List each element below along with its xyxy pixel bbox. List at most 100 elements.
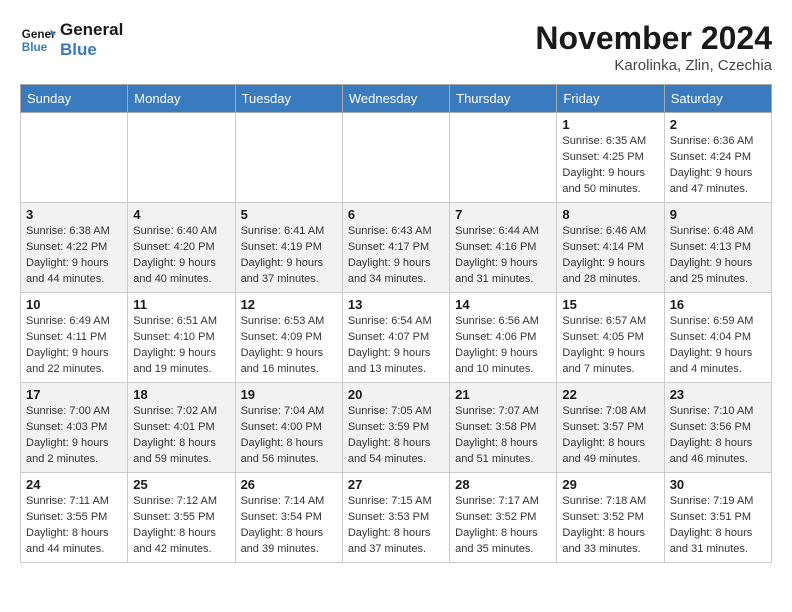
day-number: 17 — [26, 387, 122, 402]
calendar-cell: 21 Sunrise: 7:07 AMSunset: 3:58 PMDayligh… — [450, 383, 557, 473]
calendar-cell: 11Sunrise: 6:51 AMSunset: 4:10 PMDayligh… — [128, 293, 235, 383]
day-number: 3 — [26, 207, 122, 222]
day-number: 11 — [133, 297, 229, 312]
calendar-cell: 23 Sunrise: 7:10 AMSunset: 3:56 PMDayligh… — [664, 383, 771, 473]
calendar-cell: 28Sunrise: 7:17 AMSunset: 3:52 PMDayligh… — [450, 473, 557, 563]
day-number: 7 — [455, 207, 551, 222]
day-number: 25 — [133, 477, 229, 492]
logo: General Blue General Blue — [20, 20, 123, 61]
calendar-cell — [342, 113, 449, 203]
calendar-cell: 26 Sunrise: 7:14 AMSunset: 3:54 PMDayligh… — [235, 473, 342, 563]
calendar-cell: 25 Sunrise: 7:12 AMSunset: 3:55 PMDayligh… — [128, 473, 235, 563]
calendar-cell: 27Sunrise: 7:15 AMSunset: 3:53 PMDayligh… — [342, 473, 449, 563]
day-number: 27 — [348, 477, 444, 492]
title-block: November 2024 Karolinka, Zlin, Czechia — [535, 20, 772, 74]
calendar-cell: 7 Sunrise: 6:44 AMSunset: 4:16 PMDaylight… — [450, 203, 557, 293]
month-title: November 2024 — [535, 20, 772, 57]
calendar-cell — [450, 113, 557, 203]
day-info: Sunrise: 7:10 AMSunset: 3:56 PMDaylight:… — [670, 404, 766, 468]
day-info: Sunrise: 6:57 AMSunset: 4:05 PMDaylight:… — [562, 314, 658, 378]
svg-text:Blue: Blue — [22, 41, 48, 54]
day-number: 24 — [26, 477, 122, 492]
day-number: 18 — [133, 387, 229, 402]
day-number: 20 — [348, 387, 444, 402]
day-info: Sunrise: 6:40 AMSunset: 4:20 PMDaylight:… — [133, 224, 229, 288]
day-number: 1 — [562, 117, 658, 132]
day-info: Sunrise: 6:46 AMSunset: 4:14 PMDaylight:… — [562, 224, 658, 288]
day-info: Sunrise: 7:04 AMSunset: 4:00 PMDaylight:… — [241, 404, 337, 468]
calendar-cell: 1 Sunrise: 6:35 AMSunset: 4:25 PMDaylight… — [557, 113, 664, 203]
day-number: 29 — [562, 477, 658, 492]
day-info: Sunrise: 7:08 AMSunset: 3:57 PMDaylight:… — [562, 404, 658, 468]
day-number: 2 — [670, 117, 766, 132]
col-header-friday: Friday — [557, 85, 664, 113]
day-info: Sunrise: 7:12 AMSunset: 3:55 PMDaylight:… — [133, 494, 229, 558]
day-number: 15 — [562, 297, 658, 312]
day-info: Sunrise: 6:56 AMSunset: 4:06 PMDaylight:… — [455, 314, 551, 378]
calendar-cell: 20 Sunrise: 7:05 AMSunset: 3:59 PMDayligh… — [342, 383, 449, 473]
calendar-cell — [21, 113, 128, 203]
col-header-wednesday: Wednesday — [342, 85, 449, 113]
day-number: 14 — [455, 297, 551, 312]
day-info: Sunrise: 6:48 AMSunset: 4:13 PMDaylight:… — [670, 224, 766, 288]
day-number: 13 — [348, 297, 444, 312]
day-number: 5 — [241, 207, 337, 222]
calendar-cell: 5 Sunrise: 6:41 AMSunset: 4:19 PMDaylight… — [235, 203, 342, 293]
day-number: 6 — [348, 207, 444, 222]
calendar-cell: 14 Sunrise: 6:56 AMSunset: 4:06 PMDayligh… — [450, 293, 557, 383]
calendar-cell: 2 Sunrise: 6:36 AMSunset: 4:24 PMDaylight… — [664, 113, 771, 203]
day-number: 9 — [670, 207, 766, 222]
calendar-cell: 4Sunrise: 6:40 AMSunset: 4:20 PMDaylight… — [128, 203, 235, 293]
calendar-cell: 9 Sunrise: 6:48 AMSunset: 4:13 PMDaylight… — [664, 203, 771, 293]
calendar-cell — [235, 113, 342, 203]
day-info: Sunrise: 7:19 AMSunset: 3:51 PMDaylight:… — [670, 494, 766, 558]
calendar-cell: 17 Sunrise: 7:00 AMSunset: 4:03 PMDayligh… — [21, 383, 128, 473]
day-number: 26 — [241, 477, 337, 492]
day-info: Sunrise: 6:54 AMSunset: 4:07 PMDaylight:… — [348, 314, 444, 378]
calendar-cell: 22 Sunrise: 7:08 AMSunset: 3:57 PMDayligh… — [557, 383, 664, 473]
day-info: Sunrise: 7:00 AMSunset: 4:03 PMDaylight:… — [26, 404, 122, 468]
day-info: Sunrise: 7:07 AMSunset: 3:58 PMDaylight:… — [455, 404, 551, 468]
day-number: 16 — [670, 297, 766, 312]
calendar-cell: 19 Sunrise: 7:04 AMSunset: 4:00 PMDayligh… — [235, 383, 342, 473]
calendar-cell: 30Sunrise: 7:19 AMSunset: 3:51 PMDayligh… — [664, 473, 771, 563]
calendar-cell: 10Sunrise: 6:49 AMSunset: 4:11 PMDayligh… — [21, 293, 128, 383]
day-info: Sunrise: 7:11 AMSunset: 3:55 PMDaylight:… — [26, 494, 122, 558]
col-header-saturday: Saturday — [664, 85, 771, 113]
day-info: Sunrise: 7:05 AMSunset: 3:59 PMDaylight:… — [348, 404, 444, 468]
calendar-cell: 16 Sunrise: 6:59 AMSunset: 4:04 PMDayligh… — [664, 293, 771, 383]
day-number: 19 — [241, 387, 337, 402]
day-info: Sunrise: 6:59 AMSunset: 4:04 PMDaylight:… — [670, 314, 766, 378]
calendar-cell: 12Sunrise: 6:53 AMSunset: 4:09 PMDayligh… — [235, 293, 342, 383]
day-info: Sunrise: 6:49 AMSunset: 4:11 PMDaylight:… — [26, 314, 122, 378]
logo-blue-text: Blue — [60, 40, 123, 60]
logo-general-text: General — [60, 20, 123, 40]
col-header-sunday: Sunday — [21, 85, 128, 113]
calendar-cell: 13 Sunrise: 6:54 AMSunset: 4:07 PMDayligh… — [342, 293, 449, 383]
day-info: Sunrise: 6:43 AMSunset: 4:17 PMDaylight:… — [348, 224, 444, 288]
day-info: Sunrise: 6:44 AMSunset: 4:16 PMDaylight:… — [455, 224, 551, 288]
page-header: General Blue General Blue November 2024 … — [20, 20, 772, 74]
col-header-monday: Monday — [128, 85, 235, 113]
day-number: 8 — [562, 207, 658, 222]
day-info: Sunrise: 6:35 AMSunset: 4:25 PMDaylight:… — [562, 134, 658, 198]
logo-icon: General Blue — [20, 22, 56, 58]
day-info: Sunrise: 6:36 AMSunset: 4:24 PMDaylight:… — [670, 134, 766, 198]
day-info: Sunrise: 6:41 AMSunset: 4:19 PMDaylight:… — [241, 224, 337, 288]
day-number: 21 — [455, 387, 551, 402]
day-number: 23 — [670, 387, 766, 402]
day-info: Sunrise: 7:18 AMSunset: 3:52 PMDaylight:… — [562, 494, 658, 558]
day-info: Sunrise: 7:02 AMSunset: 4:01 PMDaylight:… — [133, 404, 229, 468]
day-info: Sunrise: 6:38 AMSunset: 4:22 PMDaylight:… — [26, 224, 122, 288]
col-header-thursday: Thursday — [450, 85, 557, 113]
calendar-cell: 24 Sunrise: 7:11 AMSunset: 3:55 PMDayligh… — [21, 473, 128, 563]
day-info: Sunrise: 7:14 AMSunset: 3:54 PMDaylight:… — [241, 494, 337, 558]
calendar-cell: 15 Sunrise: 6:57 AMSunset: 4:05 PMDayligh… — [557, 293, 664, 383]
col-header-tuesday: Tuesday — [235, 85, 342, 113]
day-number: 12 — [241, 297, 337, 312]
calendar-cell: 3 Sunrise: 6:38 AMSunset: 4:22 PMDaylight… — [21, 203, 128, 293]
calendar-cell: 8 Sunrise: 6:46 AMSunset: 4:14 PMDaylight… — [557, 203, 664, 293]
day-number: 22 — [562, 387, 658, 402]
day-number: 28 — [455, 477, 551, 492]
calendar-table: SundayMondayTuesdayWednesdayThursdayFrid… — [20, 84, 772, 563]
